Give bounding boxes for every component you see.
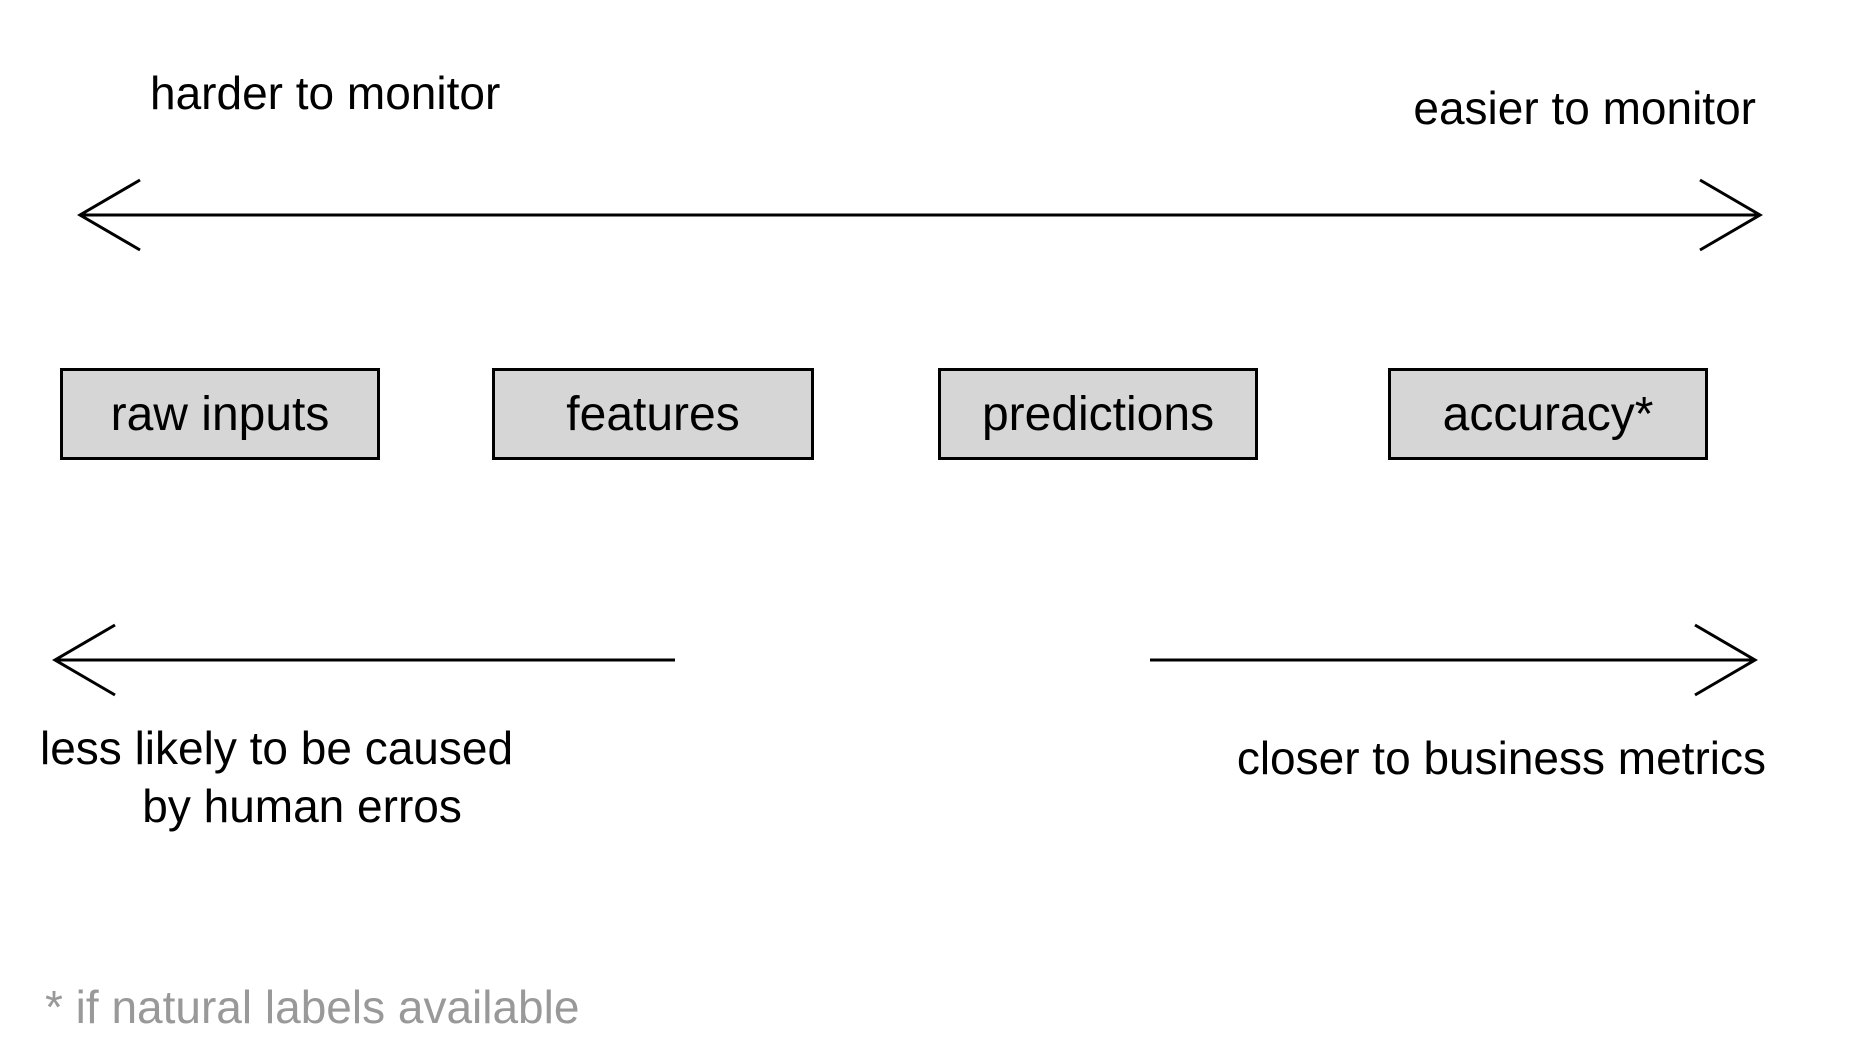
label-harder-to-monitor: harder to monitor [150,65,500,123]
label-easier-to-monitor: easier to monitor [1413,80,1756,138]
footnote: * if natural labels available [45,980,579,1034]
double-arrow-icon [60,175,1780,255]
label-closer-to-business-metrics: closer to business metrics [1237,730,1766,788]
box-features: features [492,368,814,460]
box-raw-inputs: raw inputs [60,368,380,460]
label-less-likely-human-errors: less likely to be caused by human erros [40,720,513,835]
arrow-left-icon [35,620,685,700]
diagram-stage: harder to monitor easier to monitor raw … [0,0,1876,1064]
box-accuracy: accuracy* [1388,368,1708,460]
box-predictions: predictions [938,368,1258,460]
arrow-right-icon [1140,620,1775,700]
